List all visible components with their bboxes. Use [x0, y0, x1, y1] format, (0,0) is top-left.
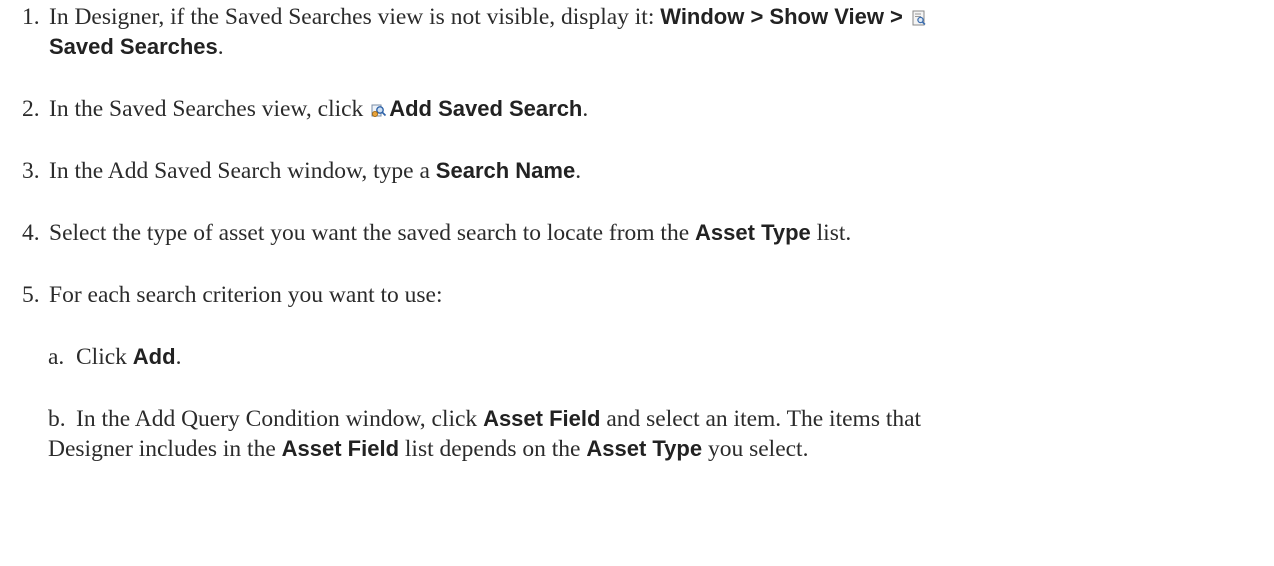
step-number: 2.	[22, 96, 40, 122]
step-text: Designer includes in the	[48, 436, 282, 462]
step-text: In Designer, if the Saved Searches view …	[49, 4, 661, 30]
step-text: and select an item. The items that	[600, 406, 922, 432]
step-text: In the Add Query Condition window, click	[76, 406, 484, 432]
step-2: 2. In the Saved Searches view, click Add…	[22, 94, 1262, 126]
step-text: In the Saved Searches view, click	[49, 96, 370, 122]
step-5: 5. For each search criterion you want to…	[22, 280, 1262, 312]
step-text-tail: list.	[810, 220, 852, 246]
field-name: Asset Field	[281, 436, 400, 461]
step-3: 3. In the Add Saved Search window, type …	[22, 156, 1262, 188]
field-name: Asset Type	[695, 220, 811, 245]
substep-text: Click Add.	[76, 342, 181, 372]
button-name: Add Saved Search	[389, 96, 583, 121]
step-text-line-1: In Designer, if the Saved Searches view …	[49, 2, 929, 32]
substep-letter: a.	[48, 344, 65, 370]
substep-letter: b.	[48, 406, 66, 432]
view-name: Saved Searches	[49, 34, 218, 59]
punctuation: .	[575, 158, 582, 184]
step-1: 1. In Designer, if the Saved Searches vi…	[22, 2, 1262, 64]
step-number: 3.	[22, 158, 40, 184]
step-text: In the Saved Searches view, click Add Sa…	[49, 94, 588, 124]
step-text: Select the type of asset you want the sa…	[49, 220, 696, 246]
step-text: list depends on the	[399, 436, 587, 462]
field-name: Asset Type	[586, 436, 703, 461]
step-text: you select.	[702, 436, 809, 462]
button-name: Add	[132, 344, 176, 369]
punctuation: .	[217, 34, 224, 60]
step-text-line-2: Saved Searches.	[49, 32, 224, 62]
field-name: Search Name	[435, 158, 576, 183]
step-number: 1.	[22, 4, 40, 30]
substep-text-line-2: Designer includes in the Asset Field lis…	[48, 434, 808, 464]
add-saved-search-icon	[371, 104, 387, 117]
step-text: For each search criterion you want to us…	[49, 282, 443, 308]
step-number: 5.	[22, 282, 40, 308]
step-text: In the Add Saved Search window, type a S…	[49, 156, 581, 186]
punctuation: .	[582, 96, 589, 122]
substep-b: b. In the Add Query Condition window, cl…	[48, 404, 1268, 466]
step-text: For each search criterion you want to us…	[49, 280, 443, 310]
punctuation: .	[175, 344, 182, 370]
step-number: 4.	[22, 220, 40, 246]
saved-searches-icon	[912, 10, 926, 26]
field-name: Asset Field	[483, 406, 601, 431]
document-page: 1. In Designer, if the Saved Searches vi…	[0, 0, 1274, 566]
substep-a: a. Click Add.	[48, 342, 1258, 374]
step-4: 4. Select the type of asset you want the…	[22, 218, 1262, 250]
step-text: In the Add Saved Search window, type a	[49, 158, 436, 184]
menu-path: Window > Show View >	[660, 4, 910, 29]
substep-text-line-1: In the Add Query Condition window, click…	[76, 404, 921, 434]
step-text: Select the type of asset you want the sa…	[49, 218, 851, 248]
step-text: Click	[76, 344, 133, 370]
